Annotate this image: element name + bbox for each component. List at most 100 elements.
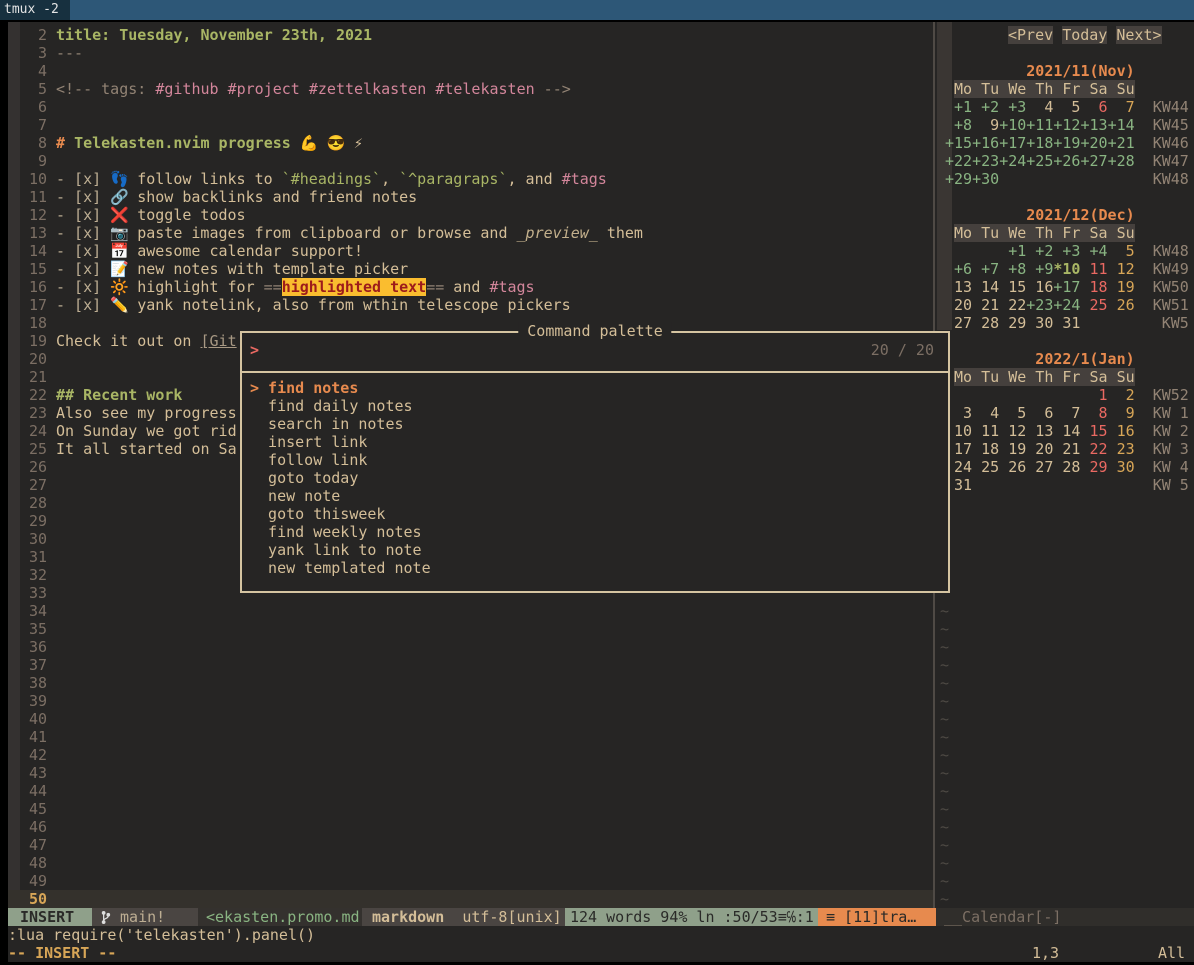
calendar-day[interactable]: 20 [1026,440,1053,458]
calendar-day[interactable]: +10 [999,116,1026,134]
palette-item[interactable]: yank link to note [250,541,422,559]
calendar-day[interactable]: 15 [999,278,1026,296]
palette-item[interactable]: new note [250,487,340,505]
calendar-day[interactable]: 4 [1026,98,1053,116]
calendar-day[interactable]: +15 [945,134,972,152]
calendar-day[interactable]: 22 [1080,440,1107,458]
calendar-day[interactable]: 12 [1108,260,1135,278]
calendar-day[interactable]: +11 [1026,116,1053,134]
calendar-day[interactable]: +23 [972,152,999,170]
calendar-prev-button[interactable]: <Prev [1008,26,1053,44]
calendar-day[interactable]: 30 [1108,458,1135,476]
calendar-day[interactable]: 13 [945,278,972,296]
calendar-day[interactable]: 14 [972,278,999,296]
command-palette[interactable]: Command palette > 20 / 20 > find notes f… [240,331,950,593]
calendar-day[interactable]: +28 [1108,152,1135,170]
palette-item[interactable]: goto today [250,469,358,487]
calendar-day[interactable]: +8 [945,116,972,134]
calendar-day[interactable]: 27 [1026,458,1053,476]
calendar-day[interactable]: +3 [1053,242,1080,260]
calendar-day[interactable]: +25 [1026,152,1053,170]
calendar-day[interactable]: 19 [1108,278,1135,296]
palette-item[interactable]: find daily notes [250,397,413,415]
calendar-day[interactable]: +19 [1053,134,1080,152]
statusline-tab-indicator[interactable]: ≡ [11]tra… [818,908,940,926]
calendar-day[interactable]: +12 [1053,116,1080,134]
calendar-day[interactable]: 7 [1053,404,1080,422]
calendar-day[interactable]: +1 [945,98,972,116]
calendar-day[interactable]: +29 [945,170,972,188]
calendar-day[interactable]: +21 [1108,134,1135,152]
calendar-day[interactable]: +13 [1080,116,1107,134]
calendar-day[interactable]: +18 [1026,134,1053,152]
vim-command-line[interactable]: :lua require('telekasten').panel() [8,926,315,944]
calendar-day[interactable]: 26 [999,458,1026,476]
calendar-day[interactable]: +2 [1026,242,1053,260]
calendar-day[interactable]: 25 [972,458,999,476]
calendar-day[interactable]: 1 [1080,386,1107,404]
calendar-day[interactable]: 29 [999,314,1026,332]
palette-item[interactable]: follow link [250,451,367,469]
palette-item[interactable]: > find notes [250,379,358,397]
palette-item[interactable]: find weekly notes [250,523,422,541]
calendar-day[interactable]: +22 [945,152,972,170]
calendar-day[interactable]: 8 [1080,404,1107,422]
calendar-day[interactable]: 11 [972,422,999,440]
calendar-day[interactable]: 9 [1108,404,1135,422]
calendar-day[interactable]: +9 [1026,260,1053,278]
calendar-day[interactable]: 29 [1080,458,1107,476]
calendar-day[interactable]: 27 [945,314,972,332]
calendar-day[interactable]: 22 [999,296,1026,314]
calendar-day[interactable]: +1 [999,242,1026,260]
calendar-day[interactable]: 23 [1108,440,1135,458]
calendar-day[interactable]: 21 [1053,440,1080,458]
calendar-day[interactable]: 9 [972,116,999,134]
calendar-day[interactable]: 12 [999,422,1026,440]
calendar-day[interactable]: 18 [972,440,999,458]
calendar-day[interactable]: +23 [1026,296,1053,314]
palette-item[interactable]: new templated note [250,559,431,577]
calendar-day[interactable]: 5 [999,404,1026,422]
calendar-day[interactable]: 26 [1108,296,1135,314]
calendar-day[interactable]: +7 [972,260,999,278]
calendar-day[interactable]: 16 [1108,422,1135,440]
calendar-day[interactable]: +2 [972,98,999,116]
calendar-day[interactable]: 14 [1053,422,1080,440]
calendar-day[interactable]: +17 [999,134,1026,152]
calendar-day[interactable]: 13 [1026,422,1053,440]
calendar-day[interactable]: +4 [1080,242,1107,260]
calendar-day[interactable]: 25 [1080,296,1107,314]
calendar-day[interactable]: +26 [1053,152,1080,170]
calendar-day[interactable]: 11 [1080,260,1107,278]
calendar-next-button[interactable]: Next> [1116,26,1161,44]
calendar-day[interactable]: 28 [972,314,999,332]
calendar-day[interactable]: +24 [999,152,1026,170]
calendar-day[interactable]: 7 [1108,98,1135,116]
calendar-day[interactable]: 6 [1080,98,1107,116]
calendar-day[interactable]: 16 [1026,278,1053,296]
calendar-day[interactable]: 19 [999,440,1026,458]
calendar-day[interactable]: 28 [1053,458,1080,476]
calendar-day[interactable]: 18 [1080,278,1107,296]
calendar-day[interactable]: 4 [972,404,999,422]
calendar-day[interactable]: +17 [1053,278,1080,296]
calendar-day[interactable]: 20 [945,296,972,314]
calendar-day[interactable]: +8 [999,260,1026,278]
calendar-day[interactable]: +3 [999,98,1026,116]
calendar-day[interactable]: +30 [972,170,999,188]
calendar-day[interactable]: 15 [1080,422,1107,440]
calendar-day[interactable]: 6 [1026,404,1053,422]
calendar-day[interactable]: *10 [1053,260,1080,278]
palette-prompt-input[interactable]: > [250,341,259,359]
calendar-day[interactable]: +20 [1080,134,1107,152]
calendar-day[interactable]: +6 [945,260,972,278]
calendar-day[interactable]: 2 [1108,386,1135,404]
calendar-day[interactable]: 21 [972,296,999,314]
calendar-day[interactable]: +16 [972,134,999,152]
palette-item[interactable]: goto thisweek [250,505,385,523]
calendar-day[interactable]: +27 [1080,152,1107,170]
palette-item[interactable]: insert link [250,433,367,451]
calendar-day[interactable]: +24 [1053,296,1080,314]
calendar-today-button[interactable]: Today [1062,26,1107,44]
palette-item[interactable]: search in notes [250,415,404,433]
